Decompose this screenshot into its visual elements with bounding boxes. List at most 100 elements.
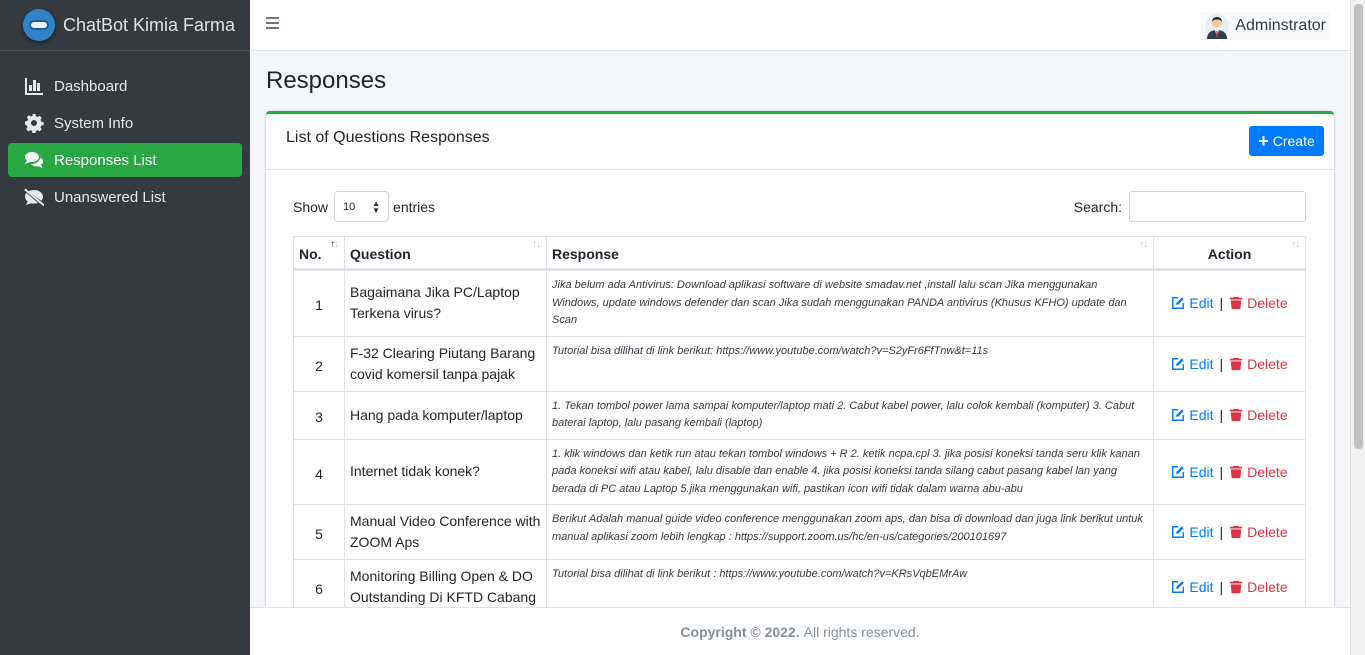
action-separator: |	[1219, 579, 1224, 595]
row-question: Internet tidak konek?	[344, 438, 547, 505]
delete-button[interactable]: Delete	[1229, 579, 1288, 595]
row-response: Tutorial bisa dilihat di link berikut: h…	[546, 335, 1154, 392]
edit-button[interactable]: Edit	[1171, 463, 1214, 480]
footer: Copyright © 2022. All rights reserved.	[250, 607, 1350, 655]
column-header-action[interactable]: Action ↑↓	[1153, 236, 1306, 271]
sort-icon: ↑↓	[532, 239, 541, 250]
row-actions: Edit | Delete	[1153, 269, 1306, 337]
edit-button[interactable]: Edit	[1171, 355, 1214, 372]
sidebar-item-label: Unanswered List	[54, 188, 166, 206]
delete-button[interactable]: Delete	[1229, 355, 1288, 372]
entries-length-control: Show 10 ▲ ▼ entries	[293, 191, 435, 222]
row-actions: Edit | Delete	[1153, 559, 1306, 607]
trash-icon	[1229, 464, 1247, 480]
rights-text: All rights reserved.	[803, 623, 920, 640]
sidebar-item-label: Responses List	[54, 151, 157, 169]
table-header-row: No. ↑↓ Question ↑↓ Response ↑↓ Action ↑↓	[293, 236, 1306, 271]
card-title: List of Questions Responses	[286, 129, 490, 146]
trash-icon	[1229, 295, 1247, 311]
sidebar-item-unanswered-list[interactable]: Unanswered List	[8, 180, 242, 214]
column-header-label: Question	[350, 246, 411, 262]
table-row: 3 Hang pada komputer/laptop 1. Tekan tombo…	[293, 390, 1306, 440]
row-actions: Edit | Delete	[1153, 438, 1306, 505]
delete-label: Delete	[1247, 355, 1288, 372]
trash-icon	[1229, 356, 1247, 372]
trash-icon	[1229, 579, 1247, 595]
row-actions: Edit | Delete	[1153, 390, 1306, 440]
edit-button[interactable]: Edit	[1171, 295, 1214, 312]
edit-icon	[1171, 464, 1189, 480]
row-response: 1. klik windows dan ketik run atau tekan…	[546, 438, 1154, 505]
row-number: 4	[293, 438, 345, 505]
sidebar: ChatBot Kimia Farma Dashboard System Inf…	[0, 0, 250, 655]
edit-button[interactable]: Edit	[1171, 579, 1214, 595]
brand-name: ChatBot Kimia Farma	[63, 14, 236, 35]
column-header-question[interactable]: Question ↑↓	[344, 236, 547, 271]
column-header-label: Action	[1207, 246, 1252, 262]
sidebar-item-system-info[interactable]: System Info	[8, 106, 242, 140]
entries-select[interactable]: 10 ▲ ▼	[334, 191, 390, 222]
edit-icon	[1171, 356, 1189, 372]
row-response: Berikut Adalah manual guide video confer…	[546, 504, 1154, 560]
create-button[interactable]: + Create	[1249, 126, 1324, 156]
scrollbar-thumb[interactable]	[1354, 4, 1363, 449]
column-header-response[interactable]: Response ↑↓	[546, 236, 1154, 271]
action-separator: |	[1219, 295, 1224, 312]
edit-button[interactable]: Edit	[1171, 524, 1214, 540]
comment-slash-icon	[24, 187, 44, 207]
delete-button[interactable]: Delete	[1229, 524, 1288, 540]
edit-label: Edit	[1189, 295, 1214, 312]
responses-card: List of Questions Responses + Create Sho…	[266, 111, 1334, 607]
table-body: 1 Bagaimana Jika PC/Laptop Terkena virus?…	[293, 269, 1306, 607]
row-response: Tutorial bisa dilihat di link berikut : …	[546, 559, 1154, 607]
delete-label: Delete	[1247, 524, 1288, 540]
search-control: Search:	[1074, 191, 1306, 222]
row-number: 1	[293, 269, 345, 337]
show-label: Show	[293, 198, 329, 215]
action-separator: |	[1219, 355, 1224, 372]
user-name: Adminstrator	[1235, 17, 1326, 34]
delete-button[interactable]: Delete	[1229, 295, 1288, 311]
sidebar-item-dashboard[interactable]: Dashboard	[8, 69, 242, 103]
search-label: Search:	[1073, 198, 1122, 215]
row-question: Manual Video Conference with ZOOM Aps	[344, 504, 547, 560]
row-actions: Edit | Delete	[1153, 335, 1306, 392]
row-question: Monitoring Billing Open & DO Outstanding…	[344, 559, 547, 607]
sidebar-item-responses-list[interactable]: Responses List	[8, 143, 242, 177]
edit-label: Edit	[1189, 463, 1214, 480]
delete-button[interactable]: Delete	[1229, 407, 1288, 423]
user-menu[interactable]: Adminstrator	[1201, 12, 1330, 40]
edit-button[interactable]: Edit	[1171, 407, 1214, 423]
card-header: List of Questions Responses + Create	[266, 114, 1334, 170]
column-header-no[interactable]: No. ↑↓	[293, 236, 345, 271]
edit-icon	[1171, 579, 1189, 595]
plus-icon: +	[1258, 131, 1269, 151]
sidebar-nav: Dashboard System Info Responses List Una…	[0, 61, 250, 214]
delete-label: Delete	[1247, 463, 1288, 480]
column-header-label: No.	[299, 246, 322, 262]
edit-label: Edit	[1189, 524, 1214, 540]
row-response: 1. Tekan tombol power lama sampai komput…	[546, 390, 1154, 440]
sort-icon: ↑↓	[1291, 239, 1300, 250]
page-title: Responses	[266, 67, 387, 94]
responses-table: No. ↑↓ Question ↑↓ Response ↑↓ Action ↑↓	[293, 236, 1306, 607]
create-button-label: Create	[1272, 133, 1315, 149]
row-question: F-32 Clearing Piutang Barang covid komer…	[344, 335, 547, 392]
brand-logo-icon	[23, 9, 55, 41]
row-number: 2	[293, 335, 345, 392]
delete-button[interactable]: Delete	[1229, 463, 1288, 480]
edit-label: Edit	[1189, 579, 1214, 595]
action-separator: |	[1219, 407, 1224, 423]
page-scrollbar[interactable]	[1350, 0, 1365, 655]
avatar	[1205, 14, 1230, 39]
search-input[interactable]	[1129, 191, 1306, 222]
row-number: 3	[293, 390, 345, 440]
edit-label: Edit	[1189, 355, 1214, 372]
delete-label: Delete	[1247, 579, 1288, 595]
table-row: 5 Manual Video Conference with ZOOM Aps Be…	[293, 504, 1306, 560]
table-row: 1 Bagaimana Jika PC/Laptop Terkena virus?…	[293, 269, 1306, 337]
brand-link[interactable]: ChatBot Kimia Farma	[0, 0, 250, 51]
hamburger-menu-icon[interactable]	[266, 17, 279, 31]
trash-icon	[1229, 524, 1247, 540]
row-actions: Edit | Delete	[1153, 504, 1306, 560]
